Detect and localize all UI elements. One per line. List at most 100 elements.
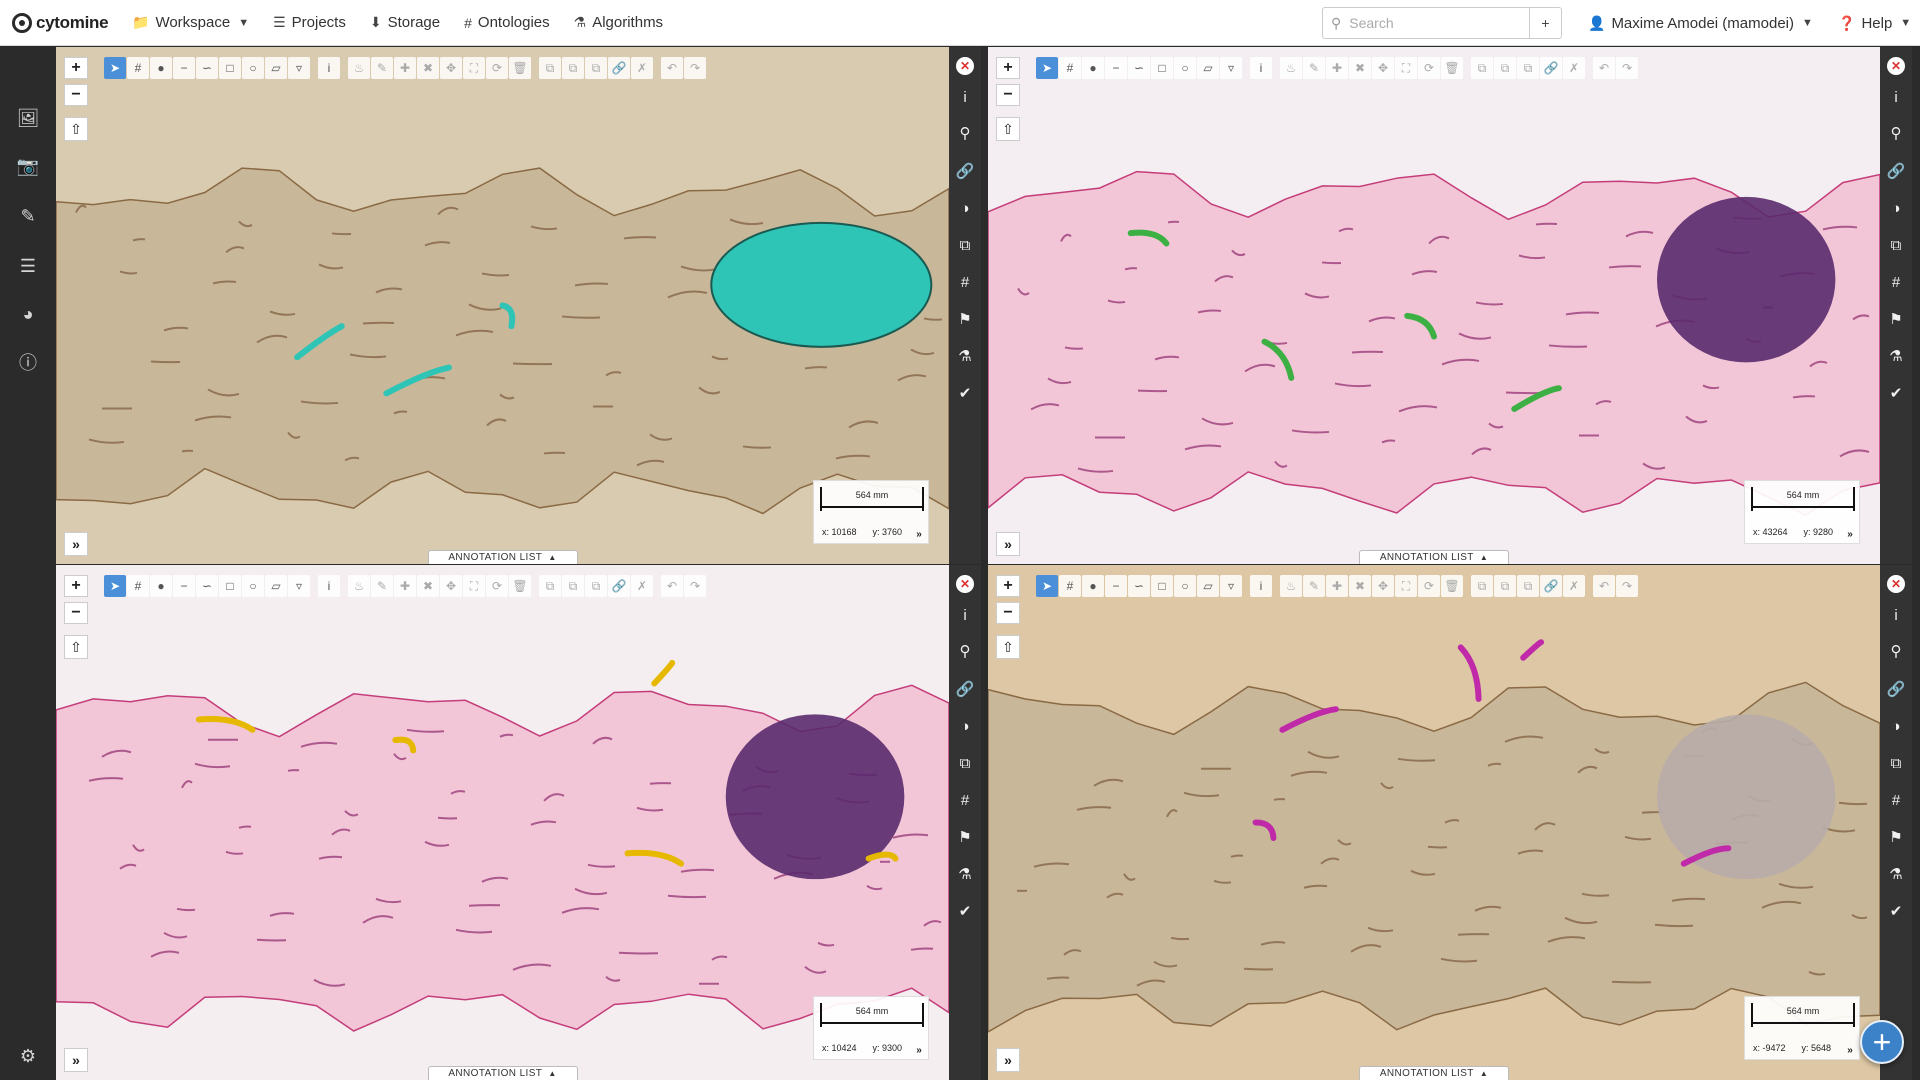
remove-correction-icon[interactable]: ✖ [1349, 575, 1371, 597]
close-icon[interactable]: ✕ [1887, 575, 1905, 593]
info-icon[interactable]: i [1884, 603, 1908, 627]
annotation-list-tab[interactable]: ANNOTATION LIST ▲ [1359, 1066, 1509, 1080]
reset-rotation-button[interactable]: ⇧ [996, 117, 1020, 141]
info-icon[interactable]: i [1884, 85, 1908, 109]
image-viewer-3[interactable]: ➤ # ● − ∽ □ ○ ▱ ▿ i ♨ ✎ ✚ ✖ ✥ ⛶ ⟳ 🗑 ⧉ ⧉ ⧉ 🔗 ✗ ↶ ↷ + − ⇧» 564 mm x: … [56, 565, 949, 1080]
copy-icon[interactable]: ⧉ [953, 233, 977, 257]
zoom-in-button[interactable]: + [996, 575, 1020, 597]
close-icon[interactable]: ✕ [956, 575, 974, 593]
link-icon[interactable]: 🔗 [953, 677, 977, 701]
microscope-icon[interactable]: ⚗ [953, 344, 977, 368]
user-menu[interactable]: 👤 Maxime Amodei (mamodei) ▼ [1576, 0, 1825, 46]
contrast-icon[interactable]: ◑ [1884, 714, 1908, 738]
repeat-icon[interactable]: ⧉ [1517, 575, 1539, 597]
redo-icon[interactable]: ↷ [684, 575, 706, 597]
tag-icon[interactable]: ⚑ [1884, 307, 1908, 331]
line-icon[interactable]: − [173, 575, 195, 597]
freehand-polygon-icon[interactable]: ▿ [288, 575, 310, 597]
repeat-icon[interactable]: ⧉ [585, 575, 607, 597]
select-icon[interactable]: ➤ [1036, 57, 1058, 79]
overview-toggle-button[interactable]: » [64, 532, 88, 556]
hashtag-icon[interactable]: # [1059, 575, 1081, 597]
edit-icon[interactable]: ✎ [1303, 57, 1325, 79]
zoom-out-button[interactable]: − [64, 602, 88, 624]
search-input[interactable] [1349, 15, 1520, 31]
copy-icon[interactable]: ⧉ [1471, 575, 1493, 597]
undo-icon[interactable]: ↶ [1593, 575, 1615, 597]
add-correction-icon[interactable]: ✚ [394, 575, 416, 597]
delete-icon[interactable]: 🗑 [509, 57, 531, 79]
annotation-list-tab[interactable]: ANNOTATION LIST ▲ [427, 550, 578, 564]
check-circle-icon[interactable]: ✔ [953, 899, 977, 923]
resize-icon[interactable]: ⛶ [463, 57, 485, 79]
check-circle-icon[interactable]: ✔ [953, 381, 977, 405]
move-icon[interactable]: ✥ [1372, 575, 1394, 597]
rotate-icon[interactable]: ⟳ [486, 57, 508, 79]
image-viewer-4[interactable]: ➤ # ● − ∽ □ ○ ▱ ▿ i ♨ ✎ ✚ ✖ ✥ ⛶ ⟳ 🗑 ⧉ ⧉ ⧉ 🔗 ✗ ↶ ↷ + − ⇧» 564 mm x: … [988, 565, 1880, 1080]
freehand-line-icon[interactable]: ∽ [1128, 575, 1150, 597]
zoom-out-button[interactable]: − [64, 84, 88, 106]
repeat-icon[interactable]: ⧉ [1517, 57, 1539, 79]
reset-rotation-button[interactable]: ⇧ [996, 635, 1020, 659]
paste-icon[interactable]: ⧉ [562, 575, 584, 597]
edit-icon[interactable]: ✎ [1303, 575, 1325, 597]
move-icon[interactable]: ✥ [440, 57, 462, 79]
search-icon[interactable]: ⚲ [953, 121, 977, 145]
edit-icon[interactable]: ✎ [371, 57, 393, 79]
freehand-polygon-icon[interactable]: ▿ [288, 57, 310, 79]
undo-icon[interactable]: ↶ [1593, 57, 1615, 79]
search-icon[interactable]: ⚲ [953, 639, 977, 663]
rectangle-icon[interactable]: □ [219, 575, 241, 597]
hashtag-icon[interactable]: # [953, 788, 977, 812]
tasks-icon[interactable]: ☰ [14, 252, 42, 280]
unlink-icon[interactable]: ✗ [1563, 57, 1585, 79]
circle-icon[interactable]: ○ [1174, 575, 1196, 597]
info-icon[interactable]: i [1250, 575, 1272, 597]
redo-icon[interactable]: ↷ [684, 57, 706, 79]
rotate-icon[interactable]: ⟳ [486, 575, 508, 597]
search-icon[interactable]: ⚲ [1884, 639, 1908, 663]
hashtag-icon[interactable]: # [127, 57, 149, 79]
repeat-icon[interactable]: ⧉ [585, 57, 607, 79]
paste-icon[interactable]: ⧉ [562, 57, 584, 79]
hashtag-icon[interactable]: # [953, 270, 977, 294]
freehand-polygon-icon[interactable]: ▿ [1220, 57, 1242, 79]
microscope-icon[interactable]: ⚗ [953, 862, 977, 886]
paste-icon[interactable]: ⧉ [1494, 57, 1516, 79]
nav-workspace[interactable]: 📁 Workspace ▼ [120, 0, 261, 46]
line-icon[interactable]: − [173, 57, 195, 79]
delete-icon[interactable]: 🗑 [1441, 575, 1463, 597]
zoom-out-button[interactable]: − [996, 84, 1020, 106]
point-icon[interactable]: ● [1082, 575, 1104, 597]
point-icon[interactable]: ● [1082, 57, 1104, 79]
fill-icon[interactable]: ♨ [1280, 575, 1302, 597]
zoom-in-button[interactable]: + [64, 57, 88, 79]
copy-icon[interactable]: ⧉ [539, 57, 561, 79]
unlink-icon[interactable]: ✗ [631, 57, 653, 79]
line-icon[interactable]: − [1105, 575, 1127, 597]
remove-correction-icon[interactable]: ✖ [417, 57, 439, 79]
polygon-icon[interactable]: ▱ [265, 57, 287, 79]
nav-algorithms[interactable]: ⚗ Algorithms [562, 0, 675, 46]
polygon-icon[interactable]: ▱ [1197, 57, 1219, 79]
reset-rotation-button[interactable]: ⇧ [64, 635, 88, 659]
rotate-icon[interactable]: ⟳ [1418, 575, 1440, 597]
delete-icon[interactable]: 🗑 [1441, 57, 1463, 79]
nav-projects[interactable]: ☰ Projects [261, 0, 358, 46]
microscope-icon[interactable]: ⚗ [1884, 344, 1908, 368]
link-icon[interactable]: 🔗 [608, 57, 630, 79]
polygon-icon[interactable]: ▱ [1197, 575, 1219, 597]
expand-coords-button[interactable]: » [912, 527, 926, 541]
overview-toggle-button[interactable]: » [64, 1048, 88, 1072]
image-viewer-1[interactable]: ➤ # ● − ∽ □ ○ ▱ ▿ i ♨ ✎ ✚ ✖ ✥ ⛶ ⟳ 🗑 ⧉ ⧉ ⧉ 🔗 ✗ ↶ ↷ + − ⇧» 564 mm x: … [56, 47, 949, 564]
copy-icon[interactable]: ⧉ [1884, 233, 1908, 257]
link-icon[interactable]: 🔗 [1884, 677, 1908, 701]
rectangle-icon[interactable]: □ [1151, 575, 1173, 597]
edit-icon[interactable]: ✎ [371, 575, 393, 597]
check-circle-icon[interactable]: ✔ [1884, 899, 1908, 923]
freehand-polygon-icon[interactable]: ▿ [1220, 575, 1242, 597]
link-icon[interactable]: 🔗 [1540, 575, 1562, 597]
select-icon[interactable]: ➤ [104, 57, 126, 79]
circle-icon[interactable]: ○ [242, 575, 264, 597]
help-menu[interactable]: ❓ Help ▼ [1826, 0, 1920, 46]
